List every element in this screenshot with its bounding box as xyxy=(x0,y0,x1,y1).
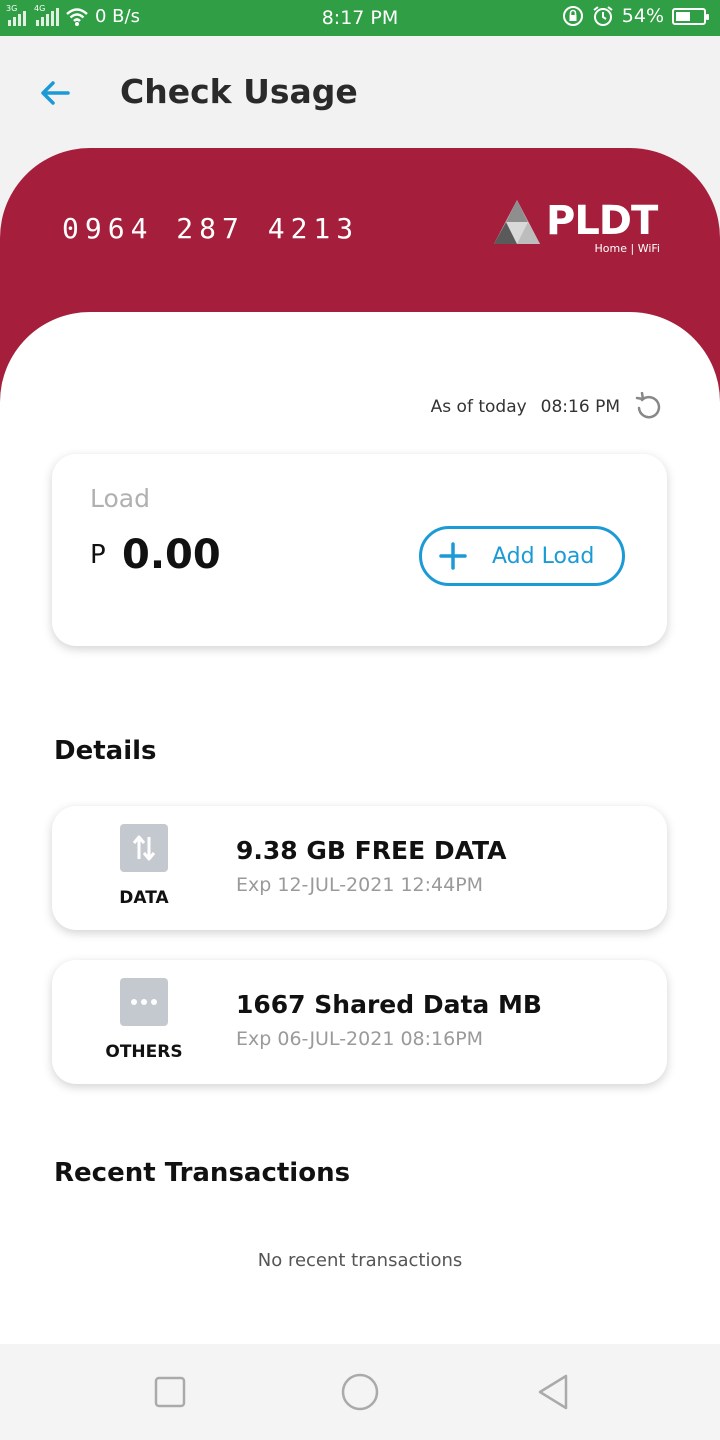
app-header: Check Usage xyxy=(0,36,720,148)
detail-item-data[interactable]: DATA 9.38 GB FREE DATA Exp 12-JUL-2021 1… xyxy=(52,806,667,930)
battery-icon xyxy=(672,7,709,25)
data-transfer-icon xyxy=(120,824,168,872)
pldt-logo: PLDT Home | WiFi xyxy=(492,198,662,258)
alarm-icon xyxy=(593,6,613,26)
system-nav-bar xyxy=(0,1344,720,1440)
arrow-left-icon[interactable] xyxy=(38,76,72,110)
back-nav-icon[interactable] xyxy=(534,1372,574,1412)
load-label: Load xyxy=(90,484,150,513)
detail-expiry: Exp 12-JUL-2021 12:44PM xyxy=(236,874,484,896)
detail-name: 1667 Shared Data MB xyxy=(236,990,542,1019)
as-of-time: 08:16 PM xyxy=(540,397,620,417)
logo-subtext: Home | WiFi xyxy=(594,242,660,255)
usage-content: As of today 08:16 PM Load P 0.00 Add Loa… xyxy=(0,312,720,1344)
status-bar: 3G 4G 0 B/s 8:17 PM 54% xyxy=(0,0,720,36)
status-right: 54% xyxy=(562,5,709,27)
detail-type-label: OTHERS xyxy=(105,1042,183,1062)
account-number: 0964 287 4213 xyxy=(62,212,360,245)
home-icon[interactable] xyxy=(340,1372,380,1412)
add-load-label: Add Load xyxy=(492,543,595,569)
add-load-button[interactable]: Add Load xyxy=(419,526,625,586)
details-heading: Details xyxy=(54,736,157,766)
plus-icon xyxy=(439,542,467,570)
recent-transactions-heading: Recent Transactions xyxy=(54,1158,351,1188)
lock-rotation-icon xyxy=(562,6,583,26)
recent-apps-icon[interactable] xyxy=(150,1372,190,1412)
detail-expiry: Exp 06-JUL-2021 08:16PM xyxy=(236,1028,484,1050)
detail-type-label: DATA xyxy=(119,888,169,908)
logo-wordmark: PLDT xyxy=(546,198,658,244)
pldt-logo-mark-icon xyxy=(494,200,540,244)
currency-symbol: P xyxy=(90,540,106,570)
battery-percent: 54% xyxy=(621,5,664,27)
page-title: Check Usage xyxy=(120,72,358,111)
as-of-label: As of today xyxy=(430,397,527,417)
empty-transactions-text: No recent transactions xyxy=(257,1250,463,1271)
more-dots-icon xyxy=(120,978,168,1026)
refresh-icon[interactable] xyxy=(634,392,664,422)
as-of-row: As of today 08:16 PM xyxy=(431,392,664,422)
load-card: Load P 0.00 Add Load xyxy=(52,454,667,646)
battery-fill xyxy=(676,11,691,21)
load-amount: 0.00 xyxy=(122,532,221,578)
detail-name: 9.38 GB FREE DATA xyxy=(236,836,507,865)
detail-item-others[interactable]: OTHERS 1667 Shared Data MB Exp 06-JUL-20… xyxy=(52,960,667,1084)
